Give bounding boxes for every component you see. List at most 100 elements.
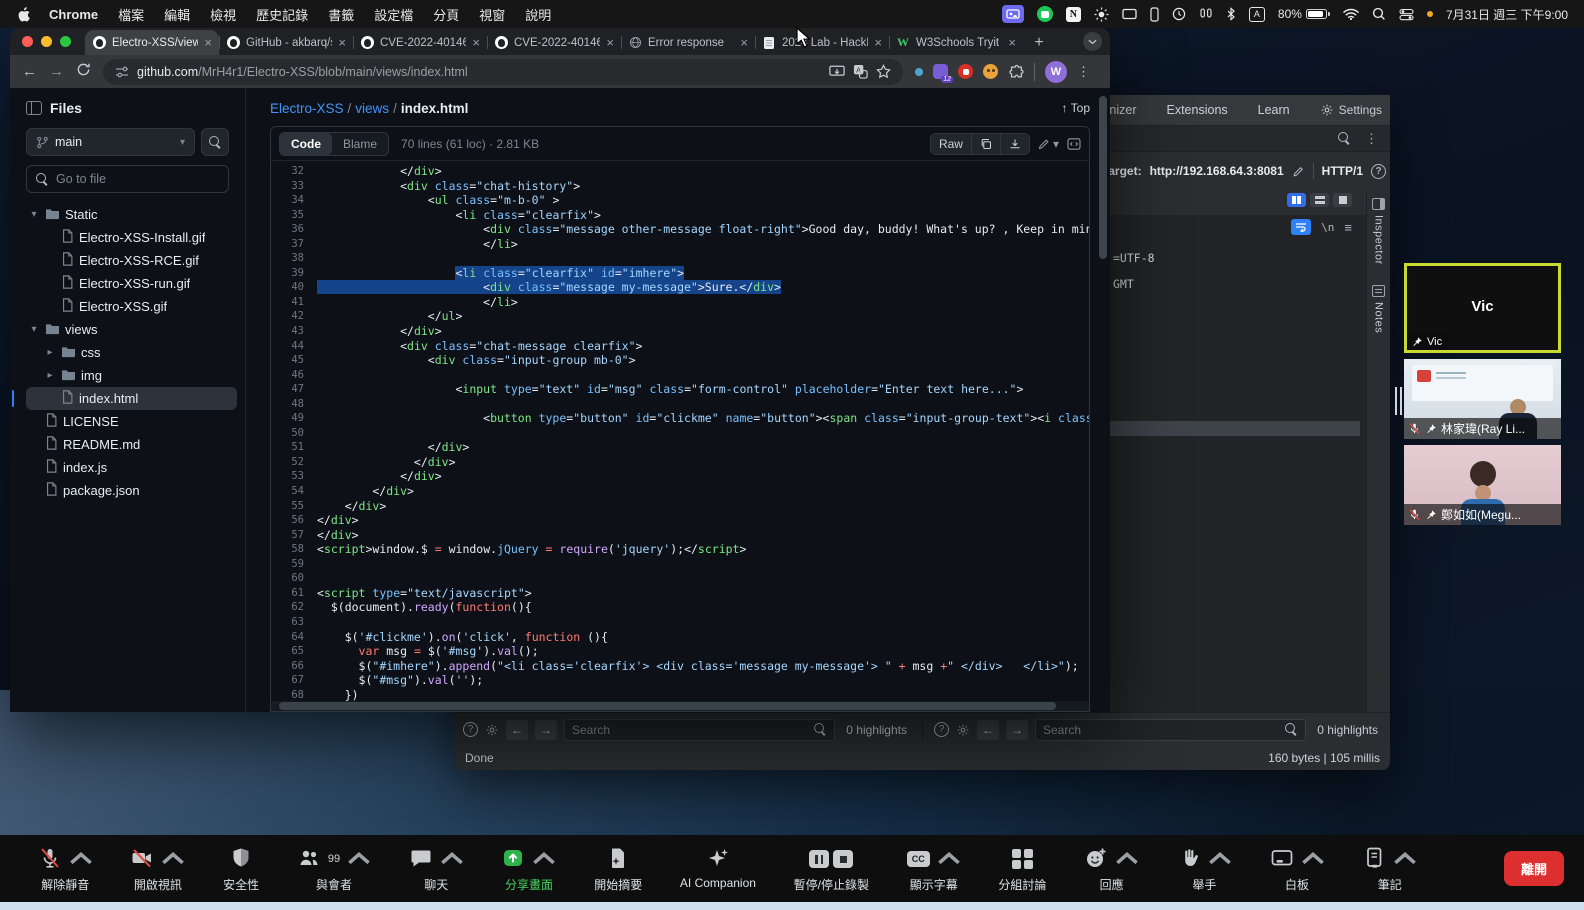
line-number[interactable]: 48 [271,397,317,412]
line-number[interactable]: 46 [271,368,317,383]
response-selected-row[interactable] [1110,421,1360,436]
line-number[interactable]: 55 [271,499,317,514]
browser-tab[interactable]: Electro-XSS/views/i× [85,30,219,55]
layout-single-button[interactable] [1333,193,1352,207]
search-input[interactable]: Search [564,719,835,741]
line-number[interactable]: 33 [271,179,317,194]
line-number[interactable]: 60 [271,571,317,586]
line-number[interactable]: 67 [271,673,317,688]
menubar-menu[interactable]: 分頁 [433,8,459,23]
brightness-icon[interactable] [1094,5,1109,23]
next-match-button[interactable]: → [1006,720,1028,740]
url-text[interactable]: github.com/MrH4r1/Electro-XSS/blob/main/… [137,65,821,79]
tab-close-icon[interactable]: × [740,36,748,49]
zoom-toolbar-whiteboard[interactable]: 白板 [1270,846,1325,893]
apple-menu-icon[interactable] [16,6,31,23]
prev-match-button[interactable]: ← [977,720,999,740]
line-number[interactable]: 41 [271,295,317,310]
back-to-top-link[interactable]: ↑ Top [1062,101,1090,115]
line-number[interactable]: 57 [271,528,317,543]
newline-toggle[interactable]: \n [1321,221,1334,234]
line-number[interactable]: 53 [271,469,317,484]
chevron-up-icon[interactable] [1393,846,1417,873]
download-button[interactable] [1000,134,1029,154]
sidebar-search-button[interactable] [201,128,229,156]
line-number[interactable]: 40 [271,280,317,295]
tree-item-electro-xss-rce.gif[interactable]: Electro-XSS-RCE.gif [26,249,237,272]
tab-close-icon[interactable]: × [204,36,212,49]
notion-app-icon[interactable]: N [1066,7,1081,22]
tab-search-chevron[interactable] [1083,32,1102,51]
bookmark-star-icon[interactable] [876,64,891,79]
line-number[interactable]: 63 [271,615,317,630]
zoom-toolbar-ai-companion[interactable]: AI Companion [680,846,756,890]
help-icon[interactable]: ? [463,722,478,737]
wifi-status-icon[interactable] [1343,5,1359,23]
translate-icon[interactable]: A [853,64,868,79]
tree-item-package.json[interactable]: package.json [26,479,237,502]
line-number[interactable]: 54 [271,484,317,499]
address-bar[interactable]: github.com/MrH4r1/Electro-XSS/blob/main/… [103,59,903,85]
clock-status-icon[interactable] [1172,5,1186,23]
zoom-toolbar-participants[interactable]: 99與會者 [297,846,371,893]
line-number[interactable]: 50 [271,426,317,441]
tree-item-license[interactable]: LICENSE [26,410,237,433]
browser-tab[interactable]: CVE-2022-40146/S× [353,30,487,55]
collapse-sidebar-icon[interactable] [26,101,42,115]
zoom-toolbar-chat[interactable]: 聊天 [409,846,464,893]
tree-item-readme.md[interactable]: README.md [26,433,237,456]
line-number[interactable]: 65 [271,644,317,659]
tab-close-icon[interactable]: × [338,36,346,49]
browser-tab[interactable]: CVE-2022-40146_E× [487,30,621,55]
menubar-menu[interactable]: 編輯 [164,8,190,23]
breadcrumb-dir-link[interactable]: views [355,101,389,116]
http-version-info-icon[interactable]: ? [1371,164,1386,179]
tree-item-css[interactable]: ▸css [26,341,237,364]
menubar-menu[interactable]: 書籤 [328,8,354,23]
zoom-toolbar-breakout[interactable]: 分組討論 [998,846,1046,893]
line-app-icon[interactable] [1037,6,1053,22]
search-settings-gear-icon[interactable] [485,723,499,737]
raw-button[interactable]: Raw [931,134,971,154]
line-number[interactable]: 62 [271,600,317,615]
tab-close-icon[interactable]: × [874,36,882,49]
line-number[interactable]: 59 [271,557,317,572]
extensions-puzzle-icon[interactable] [1008,64,1024,80]
install-app-icon[interactable] [829,65,845,79]
zoom-toolbar-captions[interactable]: CC顯示字幕 [907,846,961,893]
line-number[interactable]: 58 [271,542,317,557]
line-number[interactable]: 52 [271,455,317,470]
extension-icon-4[interactable] [983,64,998,79]
spotlight-search-icon[interactable] [1372,5,1386,23]
branch-selector[interactable]: main ▾ [26,128,195,156]
tab-close-icon[interactable]: × [472,36,480,49]
participant-video-tile[interactable]: 林家瑋(Ray Li... [1404,359,1561,439]
zoom-toolbar-reactions[interactable]: 回應 [1084,846,1139,893]
extension-icon-1[interactable] [915,68,923,76]
line-number[interactable]: 51 [271,440,317,455]
tree-item-electro-xss.gif[interactable]: Electro-XSS.gif [26,295,237,318]
line-number[interactable]: 44 [271,339,317,354]
zoom-toolbar-record[interactable]: 暫停/停止錄製 [794,846,869,893]
zoom-toolbar-summary[interactable]: 開始摘要 [594,846,642,893]
chevron-up-icon[interactable] [161,846,185,873]
line-number[interactable]: 36 [271,222,317,237]
chrome-menu-icon[interactable]: ⋮ [1077,64,1090,80]
line-number[interactable]: 34 [271,193,317,208]
browser-tab[interactable]: 2024 Lab - HackMD× [755,30,889,55]
bluetooth-status-icon[interactable] [1226,5,1236,23]
word-wrap-button[interactable] [1291,219,1311,235]
chevron-up-icon[interactable] [1208,846,1232,873]
panel-drag-handle[interactable] [1395,387,1402,415]
menubar-app-name[interactable]: Chrome [49,7,98,22]
zoom-window-button[interactable] [60,36,71,47]
extension-icon-2[interactable]: 12 [933,64,948,79]
tree-item-index.js[interactable]: index.js [26,456,237,479]
menubar-menu[interactable]: 檢視 [210,8,236,23]
zoom-toolbar-share-screen[interactable]: 分享畫面 [501,846,556,893]
line-number[interactable]: 38 [271,251,317,266]
symbols-pane-button[interactable] [1067,138,1081,150]
next-match-button[interactable]: → [535,720,557,740]
browser-tab[interactable]: WW3Schools Tryit Edi× [889,30,1023,55]
participant-video-tile[interactable]: 鄭如如(Megu... [1404,445,1561,525]
